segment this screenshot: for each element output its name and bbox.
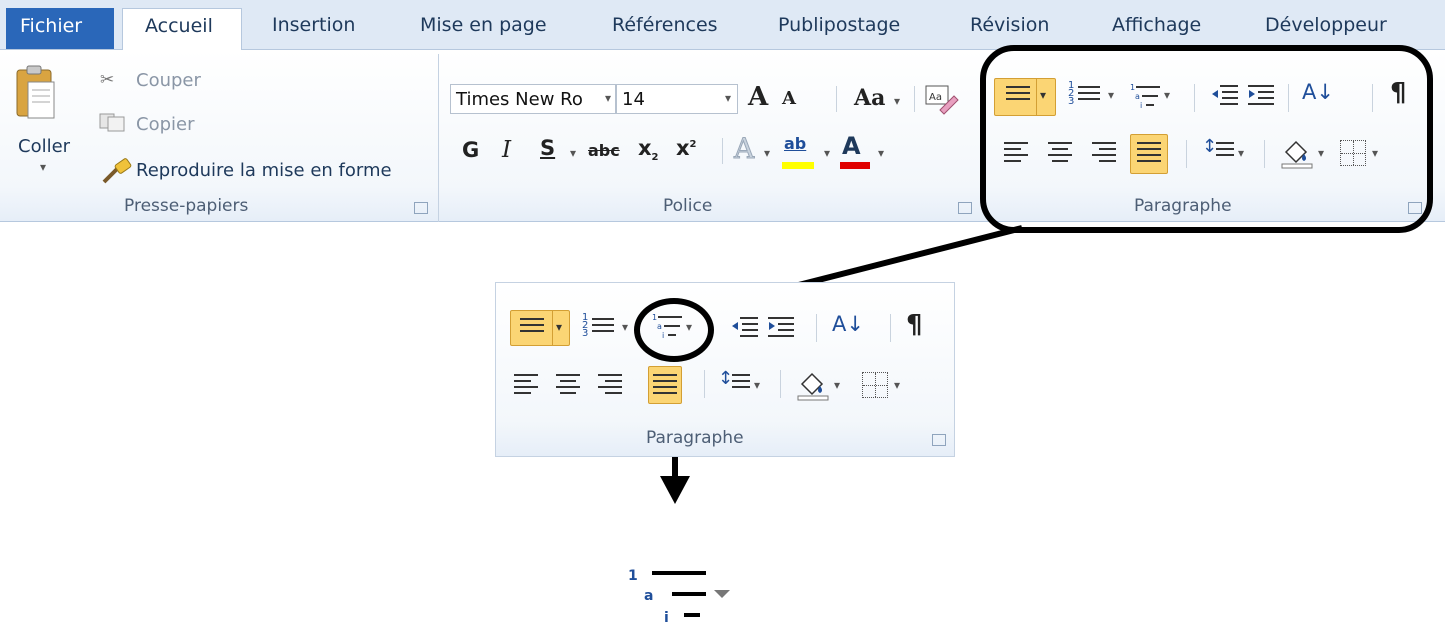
chevron-down-icon[interactable]: ▾ (834, 378, 840, 392)
numbered-list-icon[interactable]: 123 (582, 313, 588, 339)
line-spacing-icon[interactable]: ↕ (718, 368, 733, 389)
zoom-paragraph-dialog-launcher[interactable] (932, 434, 946, 446)
line-spacing-lines (732, 374, 750, 392)
paint-bucket-icon (797, 372, 829, 401)
shading-button[interactable] (796, 368, 830, 402)
increase-indent-button[interactable] (766, 314, 796, 344)
multilevel-list-callout-circle (634, 298, 714, 362)
svg-text:i: i (664, 610, 669, 626)
align-left-icon[interactable] (514, 374, 538, 398)
separator (890, 314, 891, 342)
chevron-down-icon[interactable]: ▾ (622, 320, 628, 334)
align-center-icon[interactable] (556, 374, 580, 398)
chevron-down-icon[interactable]: ▾ (754, 378, 760, 392)
multilevel-list-icon: 1 a i (628, 568, 730, 626)
justify-icon (653, 374, 677, 398)
chevron-down-icon[interactable]: ▾ (556, 320, 562, 334)
chevron-down-icon[interactable]: ▾ (894, 378, 900, 392)
borders-icon[interactable] (862, 372, 888, 398)
decrease-indent-icon (732, 317, 758, 337)
vertical-arrow-head (660, 476, 690, 504)
bullet-list-icon (520, 318, 544, 336)
separator (816, 314, 817, 342)
sort-button[interactable]: A↓ (832, 312, 864, 336)
show-formatting-button[interactable]: ¶ (906, 310, 923, 340)
split-divider (552, 311, 553, 345)
separator (780, 370, 781, 398)
zoom-paragraph-group-label: Paragraphe (646, 428, 744, 448)
numbered-list-lines (592, 318, 614, 336)
svg-text:1: 1 (628, 568, 638, 584)
svg-text:a: a (644, 588, 653, 604)
decrease-indent-button[interactable] (730, 314, 760, 344)
align-right-icon[interactable] (598, 374, 622, 398)
increase-indent-icon (768, 317, 794, 337)
separator (704, 370, 705, 398)
multilevel-list-icon-enlarged: 1 a i (620, 560, 750, 630)
